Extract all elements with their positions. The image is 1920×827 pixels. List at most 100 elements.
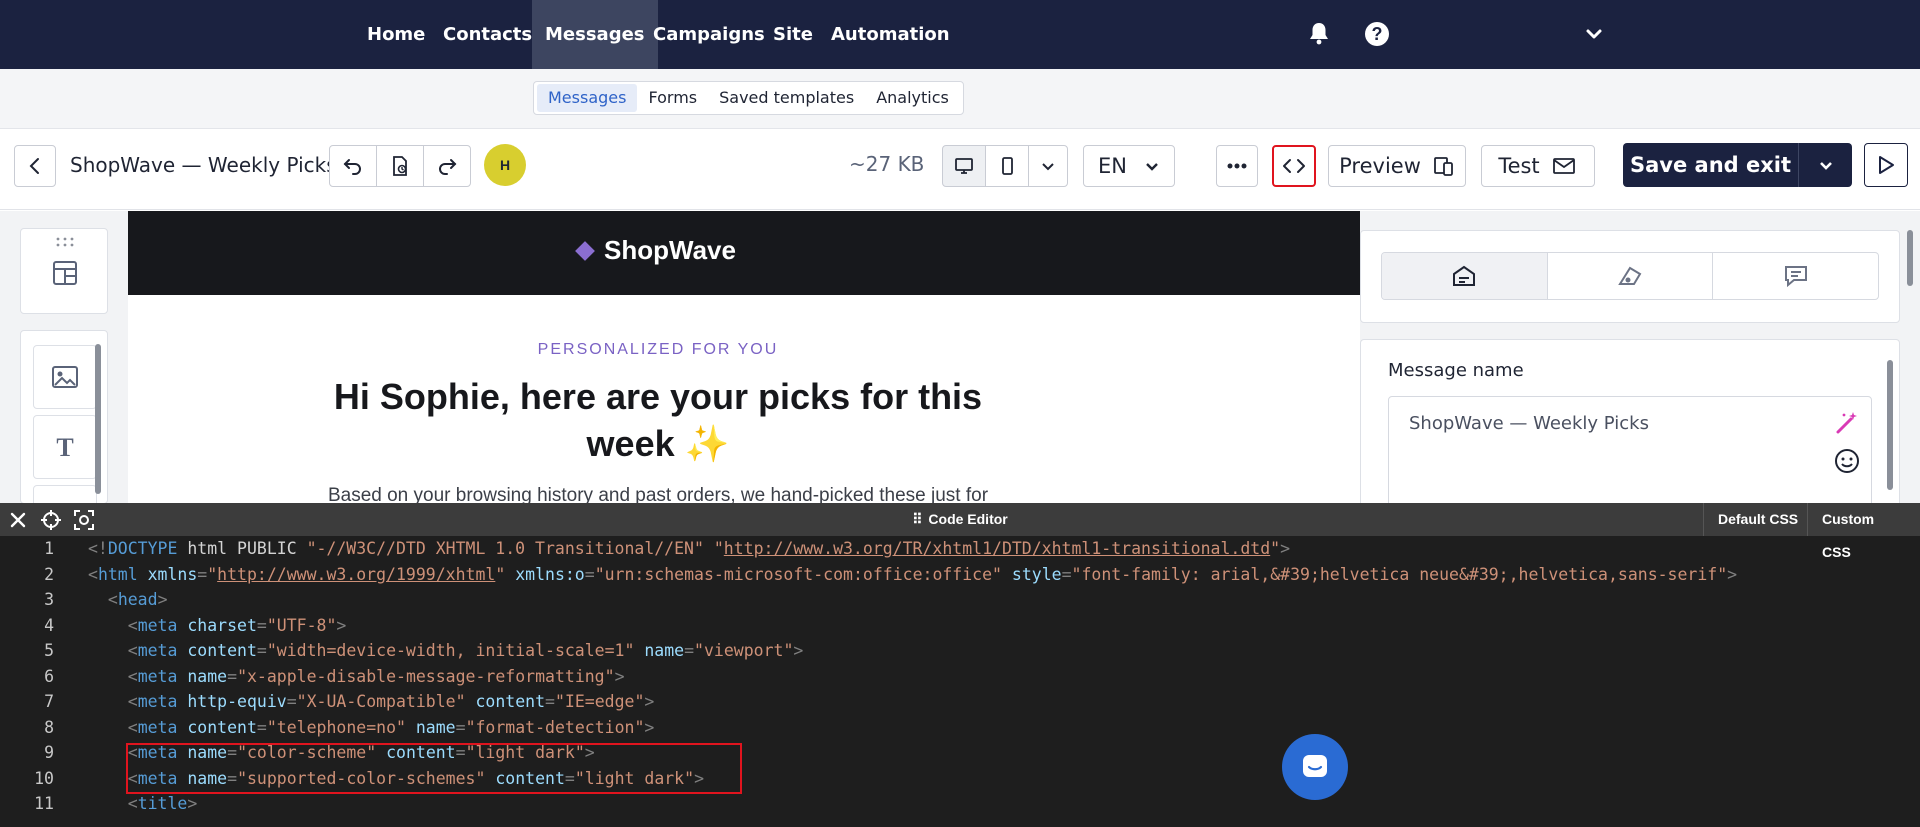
left-dock-blocks	[20, 228, 108, 314]
more-options-button[interactable]	[1216, 145, 1258, 187]
button-block-tile[interactable]	[33, 485, 97, 503]
text-icon: T	[56, 434, 73, 460]
back-button[interactable]	[14, 145, 56, 187]
properties-scrollbar[interactable]	[1887, 360, 1893, 490]
emoji-icon[interactable]	[1833, 447, 1861, 475]
save-options-dropdown[interactable]	[1799, 156, 1852, 174]
line-number: 10	[34, 768, 54, 788]
code-text: <html xmlns="http://www.w3.org/1999/xhtm…	[88, 564, 1738, 584]
preview-button[interactable]: Preview	[1328, 145, 1466, 187]
devices-icon	[1433, 157, 1453, 176]
subnav: Messages Forms Saved templates Analytics	[533, 81, 964, 115]
bell-icon[interactable]	[1303, 18, 1335, 50]
tab-appearance[interactable]	[1548, 253, 1714, 299]
custom-css-button[interactable]: Custom CSS	[1807, 503, 1920, 560]
code-editor-title[interactable]: ⠿ Code Editor	[0, 511, 1920, 528]
line-number: 4	[44, 615, 54, 635]
nav-site[interactable]: Site	[760, 0, 826, 69]
code-text: <meta content="width=device-width, initi…	[127, 641, 804, 660]
language-select[interactable]: EN	[1083, 145, 1175, 187]
default-css-button[interactable]: Default CSS	[1703, 503, 1812, 536]
email-eyebrow: PERSONALIZED FOR YOU	[537, 341, 779, 358]
diamond-icon	[575, 240, 595, 261]
comment-icon	[1784, 266, 1807, 288]
message-name-value: ShopWave — Weekly Picks	[1409, 413, 1649, 434]
test-button[interactable]: Test	[1481, 145, 1595, 187]
send-mail-icon	[1552, 158, 1575, 174]
line-number: 3	[44, 590, 54, 609]
nav-campaigns[interactable]: Campaigns	[640, 0, 778, 69]
svg-text:T: T	[56, 434, 73, 460]
tab-comments[interactable]	[1713, 253, 1878, 299]
language-value: EN	[1098, 154, 1127, 178]
left-scrollbar[interactable]	[95, 344, 101, 494]
chevron-down-icon	[1819, 162, 1832, 170]
svg-text:?: ?	[1372, 24, 1383, 44]
nav-contacts[interactable]: Contacts	[430, 0, 545, 69]
code-line: 1 <!DOCTYPE html PUBLIC "-//W3C//DTD XHTM…	[0, 536, 1920, 561]
code-line: 7 <meta http-equiv="X-UA-Compatible" con…	[0, 689, 1920, 714]
email-hero-title: Hi Sophie, here are your picks for this …	[333, 376, 983, 464]
code-text: <meta name="x-apple-disable-message-refo…	[127, 666, 625, 686]
preview-label: Preview	[1339, 154, 1421, 178]
blocks-icon[interactable]	[51, 259, 79, 287]
image-icon	[52, 366, 78, 388]
chat-launcher-button[interactable]	[1282, 734, 1348, 800]
tab-message-settings[interactable]	[1382, 253, 1548, 299]
version-history-button[interactable]	[376, 145, 424, 187]
code-editor-button[interactable]	[1272, 145, 1316, 187]
nav-automation[interactable]: Automation	[818, 0, 963, 69]
code-line: 5 <meta content="width=device-width, ini…	[0, 638, 1920, 663]
line-number: 5	[44, 641, 54, 660]
avatar[interactable]: H	[484, 144, 526, 186]
message-settings-icon	[1453, 265, 1476, 286]
mobile-view-button[interactable]	[985, 145, 1029, 187]
message-size: ~27 KB	[849, 152, 925, 176]
chevron-down-icon	[1146, 163, 1158, 171]
code-text: <meta content="telephone=no" name="forma…	[127, 717, 655, 737]
help-icon[interactable]: ?	[1361, 18, 1393, 50]
code-line: 2 <html xmlns="http://www.w3.org/1999/xht…	[0, 562, 1920, 587]
chevron-down-icon[interactable]	[1578, 18, 1610, 50]
redo-button[interactable]	[423, 145, 471, 187]
settings-tabs	[1381, 252, 1879, 300]
nav-home[interactable]: Home	[354, 0, 438, 69]
drag-handle-icon: ⠿	[912, 511, 929, 527]
code-text: <meta http-equiv="X-UA-Compatible" conte…	[127, 692, 655, 711]
line-number: 7	[44, 692, 54, 711]
view-dropdown-button[interactable]	[1028, 145, 1068, 187]
message-name-input[interactable]: ShopWave — Weekly Picks	[1388, 396, 1872, 516]
subnav-analytics[interactable]: Analytics	[865, 84, 960, 112]
email-hero-body: Based on your browsing history and past …	[327, 485, 989, 503]
code-icon	[1283, 159, 1305, 173]
code-text: <!DOCTYPE html PUBLIC "-//W3C//DTD XHTML…	[88, 539, 1291, 558]
line-number: 2	[44, 564, 54, 584]
text-block-tile[interactable]: T	[33, 415, 97, 479]
subnav-messages[interactable]: Messages	[537, 84, 638, 112]
send-button[interactable]	[1864, 143, 1908, 187]
save-and-exit-button[interactable]: Save and exit	[1623, 143, 1852, 187]
desktop-view-button[interactable]	[942, 145, 986, 187]
code-line: 3 <head>	[0, 587, 1920, 612]
code-line: 4 <meta charset="UTF-8">	[0, 613, 1920, 638]
top-nav: Home Contacts Messages Campaigns Site Au…	[0, 0, 1920, 69]
drag-handle-icon[interactable]	[55, 237, 75, 247]
subnav-forms[interactable]: Forms	[637, 84, 708, 112]
code-text: <head>	[107, 590, 168, 609]
magic-wand-icon[interactable]	[1833, 409, 1861, 437]
code-line: 8 <meta content="telephone=no" name="for…	[0, 715, 1920, 740]
code-line: 6 <meta name="x-apple-disable-message-re…	[0, 664, 1920, 689]
nav-messages[interactable]: Messages	[532, 0, 658, 69]
code-line: 11 <title>	[0, 791, 1920, 816]
line-number: 8	[44, 717, 54, 737]
image-block-tile[interactable]	[33, 345, 97, 409]
brand-logo: ShopWave	[575, 235, 736, 266]
brand-name: ShopWave	[604, 235, 736, 265]
subnav-saved-templates[interactable]: Saved templates	[708, 84, 865, 112]
code-text: <meta charset="UTF-8">	[127, 615, 347, 635]
right-scrollbar[interactable]	[1907, 230, 1913, 286]
code-editor-header: ⠿ Code Editor Default CSS Custom CSS	[0, 503, 1920, 560]
undo-button[interactable]	[329, 145, 377, 187]
paint-icon	[1618, 266, 1642, 285]
message-name-label: Message name	[1388, 360, 1524, 381]
